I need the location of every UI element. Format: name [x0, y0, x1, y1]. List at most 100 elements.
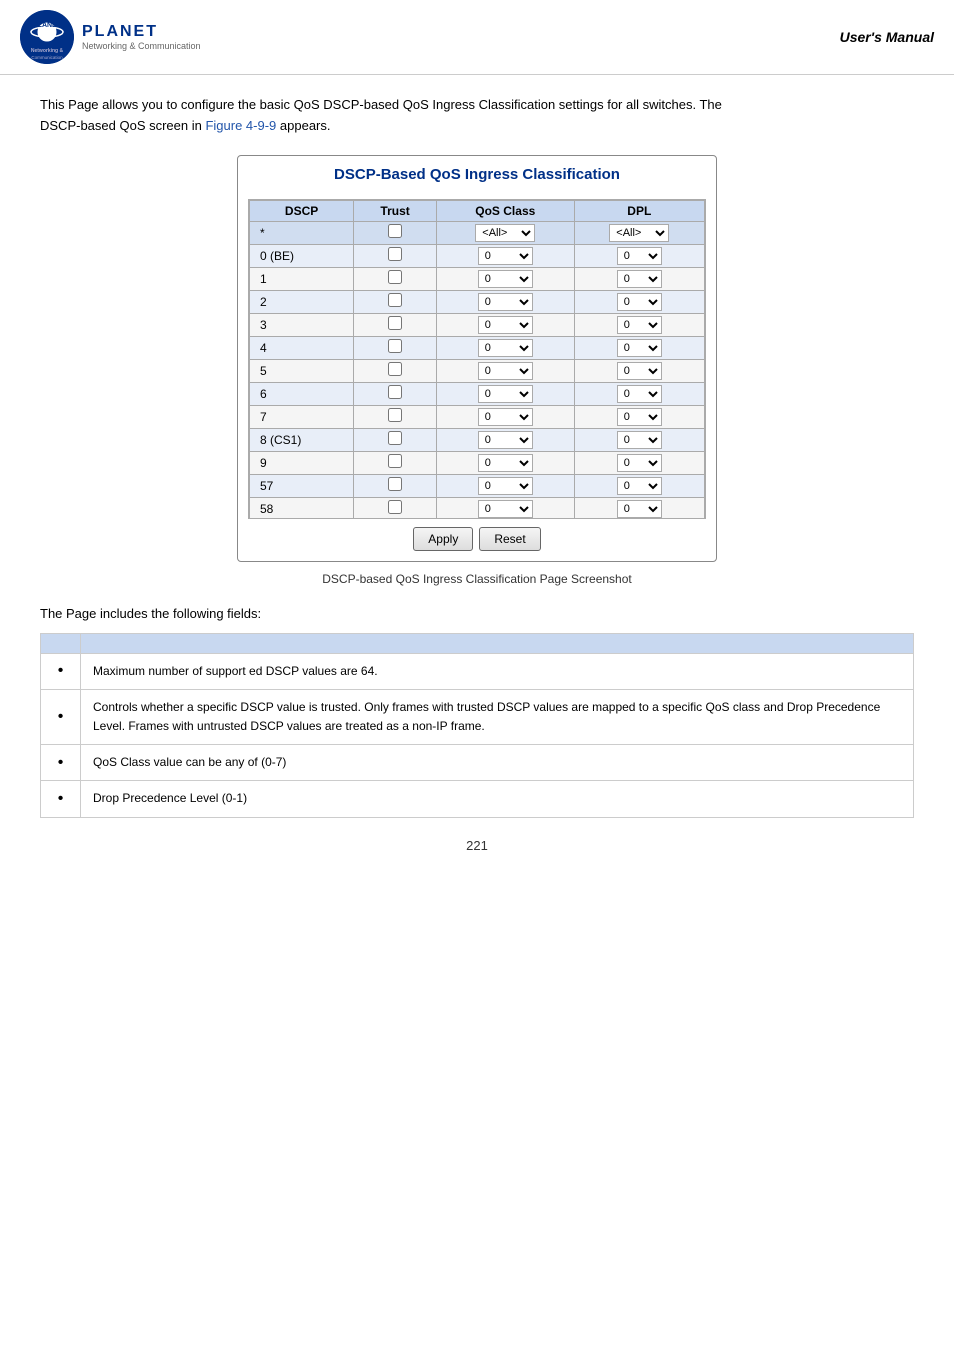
dpl-select[interactable]: 01: [617, 385, 662, 403]
qos-class-select[interactable]: 01234567: [478, 454, 533, 472]
trust-cell[interactable]: [354, 451, 437, 474]
table-row: 50123456701: [250, 359, 705, 382]
qos-class-cell[interactable]: 01234567: [436, 290, 574, 313]
qos-class-select[interactable]: 01234567: [478, 362, 533, 380]
dpl-select[interactable]: 01: [617, 454, 662, 472]
trust-cell[interactable]: [354, 405, 437, 428]
dpl-cell[interactable]: 01: [574, 336, 704, 359]
dpl-cell[interactable]: 01: [574, 428, 704, 451]
trust-checkbox[interactable]: [388, 316, 402, 330]
qos-class-cell[interactable]: 01234567: [436, 244, 574, 267]
col-qos-class: QoS Class: [436, 200, 574, 221]
dpl-cell[interactable]: 01: [574, 244, 704, 267]
qos-class-cell[interactable]: 01234567: [436, 405, 574, 428]
trust-cell[interactable]: [354, 313, 437, 336]
trust-cell[interactable]: [354, 428, 437, 451]
qos-class-cell[interactable]: 01234567: [436, 382, 574, 405]
qos-class-cell[interactable]: 01234567: [436, 451, 574, 474]
dpl-cell[interactable]: 01: [574, 290, 704, 313]
trust-cell[interactable]: [354, 336, 437, 359]
trust-cell[interactable]: [354, 382, 437, 405]
intro-text2: DSCP-based QoS screen in: [40, 118, 205, 133]
dpl-select[interactable]: 01: [617, 408, 662, 426]
reset-button[interactable]: Reset: [479, 527, 540, 551]
table-row: 40123456701: [250, 336, 705, 359]
trust-checkbox[interactable]: [388, 408, 402, 422]
dpl-select[interactable]: 01: [617, 316, 662, 334]
star-trust-checkbox[interactable]: [388, 224, 402, 238]
qos-class-select[interactable]: 01234567: [478, 431, 533, 449]
fields-header-desc-cell: [81, 633, 914, 653]
fields-table: • Maximum number of support ed DSCP valu…: [40, 633, 914, 818]
trust-checkbox[interactable]: [388, 500, 402, 514]
dpl-select[interactable]: 01: [617, 500, 662, 518]
dpl-cell[interactable]: 01: [574, 359, 704, 382]
dscp-cell: 7: [250, 405, 354, 428]
dpl-cell[interactable]: 01: [574, 267, 704, 290]
qos-class-cell[interactable]: 01234567: [436, 497, 574, 519]
qos-class-select[interactable]: 01234567: [478, 500, 533, 518]
table-row: 30123456701: [250, 313, 705, 336]
figure-link[interactable]: Figure 4-9-9: [205, 118, 276, 133]
qos-class-select[interactable]: 01234567: [478, 408, 533, 426]
dpl-cell[interactable]: 01: [574, 405, 704, 428]
fields-intro: The Page includes the following fields:: [40, 606, 914, 621]
dpl-cell[interactable]: 01: [574, 497, 704, 519]
dscp-cell: 0 (BE): [250, 244, 354, 267]
trust-checkbox[interactable]: [388, 362, 402, 376]
table-row: 580123456701: [250, 497, 705, 519]
qos-class-select[interactable]: 01234567: [478, 316, 533, 334]
trust-cell[interactable]: [354, 244, 437, 267]
dpl-select[interactable]: 01: [617, 339, 662, 357]
svg-text:Communication: Communication: [31, 55, 63, 60]
trust-checkbox[interactable]: [388, 454, 402, 468]
star-qos-select[interactable]: <All> 0123 4567: [475, 224, 535, 242]
qos-class-select[interactable]: 01234567: [478, 477, 533, 495]
star-dpl-select[interactable]: <All> 01: [609, 224, 669, 242]
qos-class-cell[interactable]: 01234567: [436, 267, 574, 290]
trust-checkbox[interactable]: [388, 477, 402, 491]
qos-class-cell[interactable]: 01234567: [436, 428, 574, 451]
star-qos-class[interactable]: <All> 0123 4567: [436, 221, 574, 244]
trust-cell[interactable]: [354, 267, 437, 290]
trust-checkbox[interactable]: [388, 270, 402, 284]
qos-class-cell[interactable]: 01234567: [436, 336, 574, 359]
fields-header-bullet-cell: [41, 633, 81, 653]
dpl-cell[interactable]: 01: [574, 313, 704, 336]
trust-cell[interactable]: [354, 474, 437, 497]
dpl-select[interactable]: 01: [617, 270, 662, 288]
dpl-cell[interactable]: 01: [574, 474, 704, 497]
qos-class-cell[interactable]: 01234567: [436, 313, 574, 336]
trust-checkbox[interactable]: [388, 385, 402, 399]
dpl-cell[interactable]: 01: [574, 382, 704, 405]
dpl-select[interactable]: 01: [617, 477, 662, 495]
star-trust[interactable]: [354, 221, 437, 244]
qos-class-select[interactable]: 01234567: [478, 339, 533, 357]
qos-class-select[interactable]: 01234567: [478, 385, 533, 403]
star-dpl[interactable]: <All> 01: [574, 221, 704, 244]
fields-row-1: • Maximum number of support ed DSCP valu…: [41, 653, 914, 689]
trust-checkbox[interactable]: [388, 247, 402, 261]
trust-cell[interactable]: [354, 290, 437, 313]
fields-row-2: • Controls whether a specific DSCP value…: [41, 689, 914, 744]
dpl-select[interactable]: 01: [617, 431, 662, 449]
qos-class-select[interactable]: 01234567: [478, 293, 533, 311]
bullet-3: •: [41, 745, 81, 781]
dpl-cell[interactable]: 01: [574, 451, 704, 474]
dscp-cell: 8 (CS1): [250, 428, 354, 451]
trust-cell[interactable]: [354, 359, 437, 382]
trust-checkbox[interactable]: [388, 293, 402, 307]
qos-class-cell[interactable]: 01234567: [436, 474, 574, 497]
trust-checkbox[interactable]: [388, 339, 402, 353]
trust-checkbox[interactable]: [388, 431, 402, 445]
table-row: 10123456701: [250, 267, 705, 290]
qos-class-select[interactable]: 01234567: [478, 247, 533, 265]
dpl-select[interactable]: 01: [617, 247, 662, 265]
trust-cell[interactable]: [354, 497, 437, 519]
table-scroll-area[interactable]: DSCP Trust QoS Class DPL * <All>: [248, 199, 706, 519]
dpl-select[interactable]: 01: [617, 293, 662, 311]
apply-button[interactable]: Apply: [413, 527, 473, 551]
dpl-select[interactable]: 01: [617, 362, 662, 380]
qos-class-cell[interactable]: 01234567: [436, 359, 574, 382]
qos-class-select[interactable]: 01234567: [478, 270, 533, 288]
